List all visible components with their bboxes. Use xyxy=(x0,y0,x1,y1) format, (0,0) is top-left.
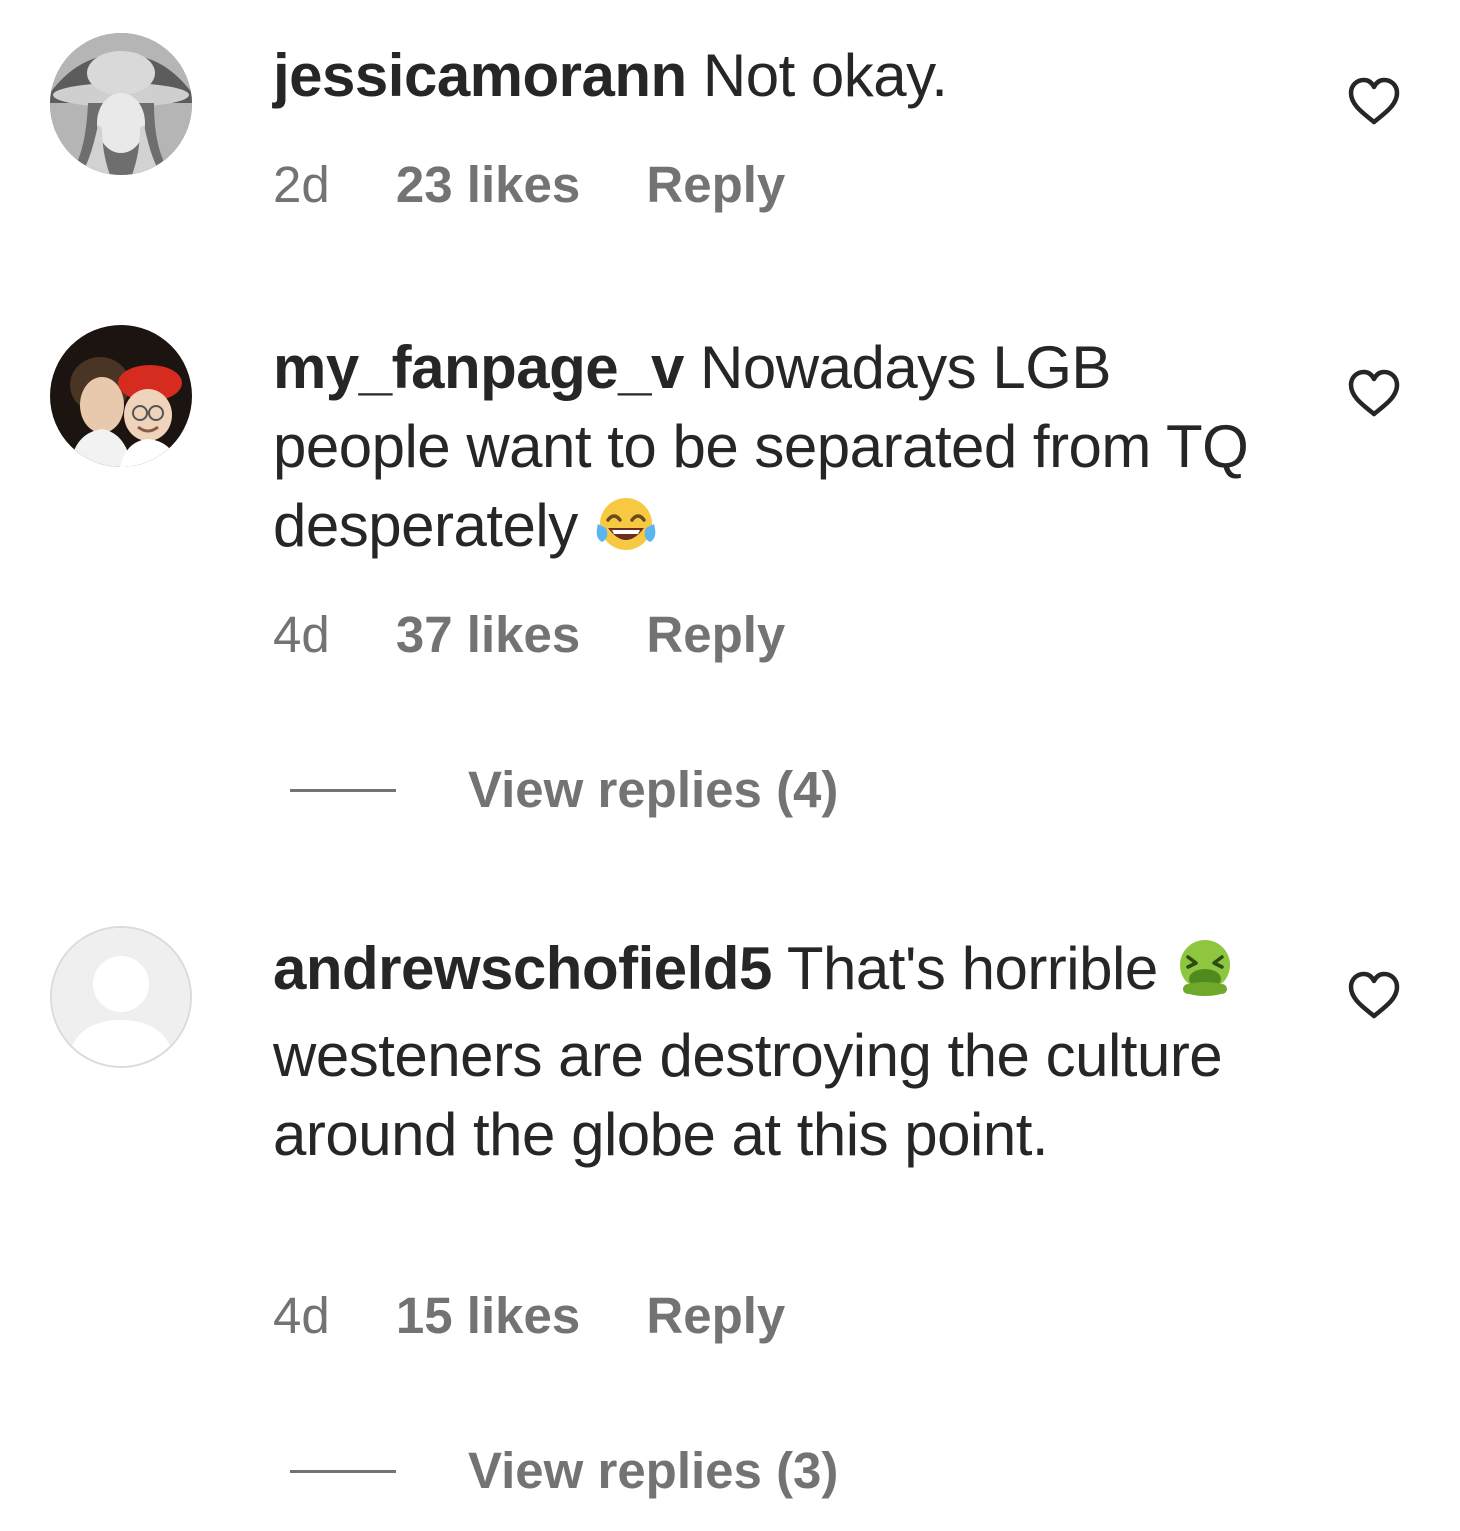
view-replies-label[interactable]: View replies (3) xyxy=(468,1441,838,1501)
comment-likes[interactable]: 23 likes xyxy=(396,155,580,215)
comment-username[interactable]: andrewschofield5 xyxy=(273,935,772,1002)
avatar[interactable] xyxy=(50,926,192,1068)
face-with-tears-of-joy-icon xyxy=(594,494,658,573)
comment-meta: 4d 15 likes Reply xyxy=(273,1286,785,1346)
comment-body: Not okay. xyxy=(702,42,948,109)
comment-username[interactable]: my_fanpage_v xyxy=(273,334,684,401)
comment-text: andrewschofield5 That's horrible westene… xyxy=(273,929,1253,1174)
comment-time[interactable]: 4d xyxy=(273,605,330,665)
comment-meta: 2d 23 likes Reply xyxy=(273,155,785,215)
heart-outline-icon[interactable] xyxy=(1346,970,1402,1020)
comment-text: jessicamorann Not okay. xyxy=(273,36,1263,115)
avatar[interactable] xyxy=(50,325,192,467)
comment-likes[interactable]: 37 likes xyxy=(396,605,580,665)
view-replies-divider xyxy=(290,1470,396,1473)
comment-body-continued: westeners are destroying the culture aro… xyxy=(273,1022,1223,1168)
default-avatar-icon xyxy=(52,928,190,1066)
comment-time[interactable]: 2d xyxy=(273,155,330,215)
comment-likes[interactable]: 15 likes xyxy=(396,1286,580,1346)
reply-button[interactable]: Reply xyxy=(646,155,785,215)
comment-item: my_fanpage_v Nowadays LGB people want to… xyxy=(0,300,1460,840)
comment-username[interactable]: jessicamorann xyxy=(273,42,687,109)
comment-body: That's horrible xyxy=(786,935,1158,1002)
nauseated-face-icon xyxy=(1174,937,1236,1016)
heart-outline-icon[interactable] xyxy=(1346,368,1402,418)
reply-button[interactable]: Reply xyxy=(646,1286,785,1346)
comment-time[interactable]: 4d xyxy=(273,1286,330,1346)
heart-outline-icon[interactable] xyxy=(1346,76,1402,126)
comment-text: my_fanpage_v Nowadays LGB people want to… xyxy=(273,328,1253,573)
comment-item: jessicamorann Not okay. 2d 23 likes Repl… xyxy=(0,0,1460,260)
comment-item: andrewschofield5 That's horrible westene… xyxy=(0,900,1460,1531)
view-replies-divider xyxy=(290,789,396,792)
reply-button[interactable]: Reply xyxy=(646,605,785,665)
avatar[interactable] xyxy=(50,33,192,175)
comment-meta: 4d 37 likes Reply xyxy=(273,605,785,665)
view-replies-label[interactable]: View replies (4) xyxy=(468,760,838,820)
